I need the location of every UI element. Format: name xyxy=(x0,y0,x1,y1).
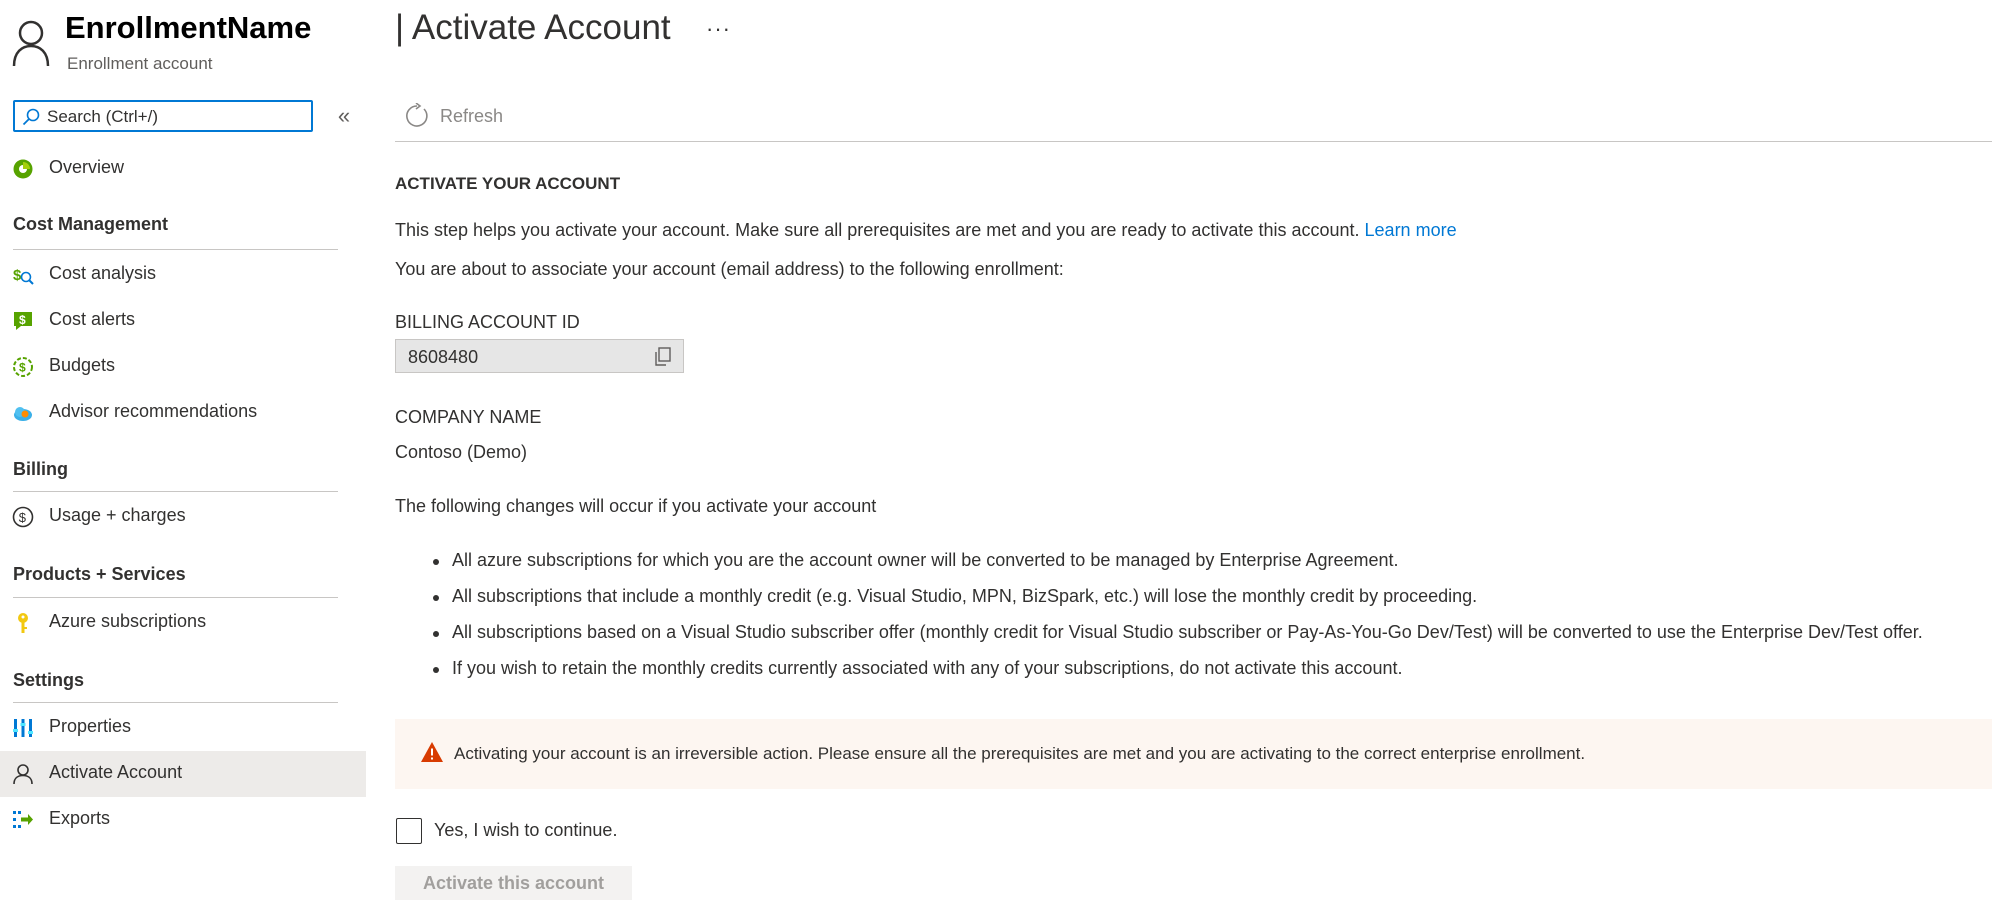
billing-id-value: 8608480 xyxy=(408,347,479,367)
refresh-icon xyxy=(406,103,428,127)
divider xyxy=(13,491,338,492)
sidebar-item-label: Activate Account xyxy=(49,762,183,782)
list-item-text: All subscriptions that include a monthly… xyxy=(452,586,1478,606)
sidebar-item-cost-alerts[interactable]: $ Cost alerts xyxy=(0,298,366,342)
budgets-icon: $ xyxy=(13,357,33,377)
sidebar-item-azure-subscriptions[interactable]: Azure subscriptions xyxy=(0,600,366,644)
sidebar-item-cost-analysis[interactable]: $ Cost analysis xyxy=(0,252,366,296)
section-heading: ACTIVATE YOUR ACCOUNT xyxy=(395,174,621,193)
sidebar-item-advisor[interactable]: Advisor recommendations xyxy=(0,390,366,434)
sidebar-item-label: Cost alerts xyxy=(49,309,136,329)
divider xyxy=(13,597,338,598)
copy-icon[interactable] xyxy=(654,347,672,367)
sidebar-item-exports[interactable]: Exports xyxy=(0,797,366,841)
svg-text:$: $ xyxy=(19,361,26,375)
divider xyxy=(13,702,338,703)
bullet-dot xyxy=(433,559,439,565)
sidebar-item-label: Cost analysis xyxy=(49,263,157,283)
properties-icon xyxy=(13,719,33,737)
changes-intro: The following changes will occur if you … xyxy=(395,496,877,516)
intro-sentence: This step helps you activate your accoun… xyxy=(395,220,1360,240)
sidebar-item-label: Properties xyxy=(49,716,132,736)
enrollment-subtitle: Enrollment account xyxy=(67,54,213,73)
section-settings: Settings xyxy=(13,670,85,690)
associate-text: You are about to associate your account … xyxy=(395,259,1064,279)
enrollment-name: EnrollmentName xyxy=(65,10,312,45)
sidebar-item-usage-charges[interactable]: $ Usage + charges xyxy=(0,494,366,538)
key-icon xyxy=(18,613,28,633)
sidebar-item-label: Advisor recommendations xyxy=(49,401,258,421)
warning-banner: Activating your account is an irreversib… xyxy=(395,719,1992,789)
learn-more-link[interactable]: Learn more xyxy=(1365,220,1457,240)
company-name-label: COMPANY NAME xyxy=(395,407,542,427)
intro-text: This step helps you activate your accoun… xyxy=(395,220,1457,241)
sidebar-item-label: Budgets xyxy=(49,355,116,375)
section-billing: Billing xyxy=(13,459,68,479)
company-name-value: Contoso (Demo) xyxy=(395,442,528,462)
search-icon xyxy=(22,108,40,126)
sidebar-item-label: Exports xyxy=(49,808,111,828)
list-item-text: All azure subscriptions for which you ar… xyxy=(452,550,1399,570)
continue-checkbox[interactable] xyxy=(396,818,422,844)
continue-checkbox-label[interactable]: Yes, I wish to continue. xyxy=(434,820,617,841)
sidebar-item-budgets[interactable]: $ Budgets xyxy=(0,344,366,388)
activate-account-button[interactable]: Activate this account xyxy=(395,866,632,900)
svg-text:$: $ xyxy=(13,267,22,284)
warning-text: Activating your account is an irreversib… xyxy=(454,744,1586,763)
search-box[interactable] xyxy=(13,100,313,132)
sidebar: EnrollmentName Enrollment account « Over… xyxy=(0,0,366,913)
page-title: | Activate Account xyxy=(395,8,671,47)
bullet-dot xyxy=(433,667,439,673)
sidebar-item-properties[interactable]: Properties xyxy=(0,705,366,749)
usage-charges-icon: $ xyxy=(12,506,34,528)
cost-alerts-icon: $ xyxy=(14,312,32,330)
sidebar-item-label: Overview xyxy=(49,157,125,177)
warning-icon xyxy=(421,742,443,762)
sidebar-item-label: Azure subscriptions xyxy=(49,611,207,631)
exports-icon xyxy=(13,811,33,828)
bullet-dot xyxy=(433,595,439,601)
section-cost-management: Cost Management xyxy=(13,214,169,234)
command-bar-divider xyxy=(395,141,1992,142)
section-products-services: Products + Services xyxy=(13,564,186,584)
list-item-text: If you wish to retain the monthly credit… xyxy=(452,658,1403,678)
svg-text:$: $ xyxy=(19,313,26,327)
advisor-icon xyxy=(14,407,32,421)
refresh-label: Refresh xyxy=(440,106,504,126)
billing-id-label: BILLING ACCOUNT ID xyxy=(395,312,580,332)
cost-analysis-icon: $ xyxy=(13,267,34,285)
divider xyxy=(13,249,338,250)
bullet-dot xyxy=(433,631,439,637)
sidebar-item-overview[interactable]: Overview xyxy=(0,146,366,190)
more-options-button[interactable]: ··· xyxy=(706,16,731,42)
person-icon xyxy=(13,764,33,785)
list-item-text: All subscriptions based on a Visual Stud… xyxy=(452,622,1923,642)
sidebar-item-label: Usage + charges xyxy=(49,505,186,525)
collapse-sidebar-button[interactable]: « xyxy=(334,104,354,128)
search-input[interactable] xyxy=(47,105,302,129)
overview-icon xyxy=(13,159,33,179)
person-icon xyxy=(12,20,50,67)
svg-text:$: $ xyxy=(19,510,27,525)
sidebar-item-activate-account[interactable]: Activate Account xyxy=(0,751,366,797)
billing-id-field: 8608480 xyxy=(395,339,684,373)
